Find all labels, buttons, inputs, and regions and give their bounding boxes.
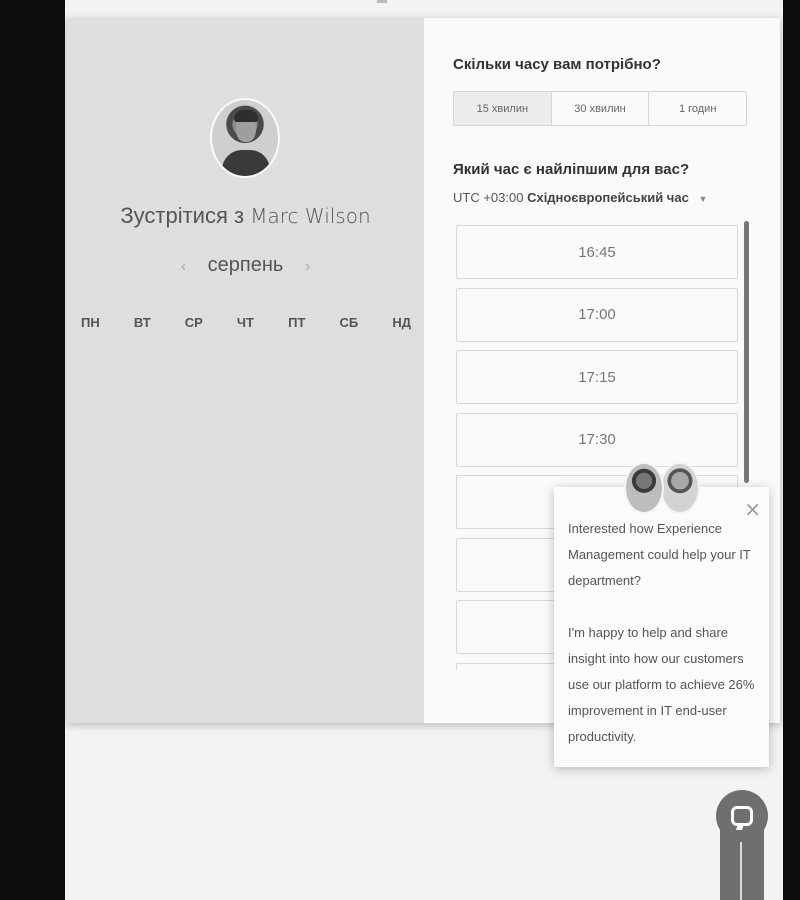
chat-popup: × Interested how Experience Management c… bbox=[554, 487, 769, 767]
host-panel: Зустрітися з Marc Wilson ‹ серпень › ПН … bbox=[67, 18, 424, 723]
host-avatar bbox=[210, 98, 280, 178]
avatar bbox=[624, 462, 664, 514]
time-slot[interactable]: 17:15 bbox=[456, 350, 738, 404]
popup-message-2: I'm happy to help and share insight into… bbox=[568, 625, 755, 744]
time-slot-scrollbar[interactable] bbox=[744, 221, 749, 483]
duration-question: Скільки часу вам потрібно? bbox=[453, 56, 661, 73]
popup-message-1: Interested how Experience Management cou… bbox=[568, 521, 751, 588]
duration-option-60[interactable]: 1 годин bbox=[649, 92, 747, 125]
chat-launcher bbox=[716, 790, 768, 900]
weekday-label: ЧТ bbox=[236, 315, 254, 330]
meeting-title: Зустрітися з Marc Wilson bbox=[67, 203, 424, 229]
weekday-label: НД bbox=[392, 315, 411, 330]
duration-selector: 15 хвилин 30 хвилин 1 годин bbox=[453, 91, 747, 126]
weekday-label: СБ bbox=[339, 315, 359, 330]
agent-avatars bbox=[624, 462, 704, 514]
next-month-button[interactable]: › bbox=[289, 258, 326, 275]
host-name: Marc Wilson bbox=[250, 204, 371, 228]
timezone-dropdown[interactable]: UTC +03:00 Східноєвропейський час ▼ bbox=[453, 190, 707, 205]
timezone-name: Східноєвропейський час bbox=[527, 190, 689, 205]
chat-button[interactable] bbox=[716, 790, 768, 842]
duration-option-30[interactable]: 30 хвилин bbox=[551, 92, 650, 125]
time-slot[interactable]: 16:45 bbox=[456, 225, 738, 279]
prev-month-button[interactable]: ‹ bbox=[165, 258, 202, 275]
duration-option-15[interactable]: 15 хвилин bbox=[454, 92, 552, 125]
time-slot[interactable]: 17:30 bbox=[456, 412, 738, 467]
weekday-label: ВТ bbox=[133, 315, 151, 330]
weekday-label: СР bbox=[184, 315, 203, 330]
top-indicator bbox=[377, 0, 387, 3]
avatar bbox=[660, 462, 700, 514]
chevron-down-icon: ▼ bbox=[698, 194, 708, 204]
month-label: серпень bbox=[207, 254, 284, 276]
month-navigation: ‹ серпень › bbox=[67, 254, 424, 277]
timezone-offset: UTC +03:00 bbox=[453, 190, 524, 205]
time-question: Який час є найліпшим для вас? bbox=[453, 161, 690, 178]
time-slot[interactable]: 17:00 bbox=[456, 287, 738, 342]
weekday-label: ПН bbox=[81, 315, 100, 330]
close-icon[interactable]: × bbox=[744, 497, 761, 521]
meeting-title-prefix: Зустрітися з bbox=[120, 203, 245, 228]
weekday-header: ПН ВТ СР ЧТ ПТ СБ НД bbox=[81, 315, 411, 330]
weekday-label: ПТ bbox=[288, 315, 306, 330]
chat-bubble-icon bbox=[731, 806, 753, 826]
